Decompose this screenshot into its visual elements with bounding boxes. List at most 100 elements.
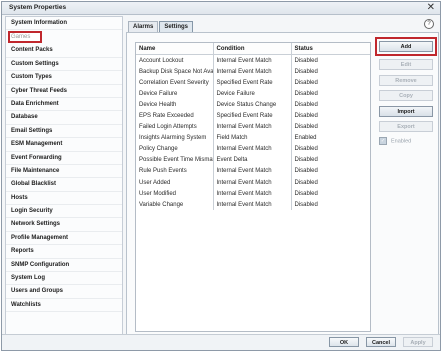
sidebar-item[interactable]: Content Packs bbox=[6, 44, 122, 58]
table-row[interactable]: Correlation Event Severity Specified Even… bbox=[136, 77, 370, 89]
dialog-footer: OK Cancel Apply bbox=[2, 334, 440, 350]
table-row[interactable]: Device Health Device Status Change Disable… bbox=[136, 99, 370, 111]
table-row[interactable]: Failed Login Attempts Internal Event Matc… bbox=[136, 121, 370, 133]
table-row[interactable]: Account Lockout Internal Event Match Disab… bbox=[136, 54, 370, 67]
cell-status: Disabled bbox=[294, 157, 318, 164]
cell-status: Disabled bbox=[294, 179, 318, 186]
cell-condition: Internal Event Match bbox=[213, 121, 292, 133]
sidebar-item[interactable]: Global Blacklist bbox=[6, 178, 122, 192]
enabled-checkbox[interactable]: ✓ bbox=[379, 136, 387, 145]
close-icon[interactable]: ✕ bbox=[427, 2, 435, 13]
export-button[interactable]: Export bbox=[379, 121, 433, 132]
enabled-label: Enabled bbox=[391, 137, 412, 144]
table-row[interactable]: Policy Change Internal Event Match Disable… bbox=[136, 143, 370, 155]
sidebar-item[interactable]: Custom Settings bbox=[6, 58, 122, 72]
cell-condition: Internal Event Match bbox=[213, 165, 292, 178]
enabled-option: ✓ Enabled bbox=[379, 136, 433, 146]
add-button[interactable]: Add bbox=[375, 37, 437, 56]
sidebar-item[interactable]: Profile Management bbox=[6, 232, 122, 246]
cell-name: Device Failure bbox=[136, 88, 214, 100]
cell-condition: Internal Event Match bbox=[213, 188, 292, 200]
cell-name: Correlation Event Severity bbox=[136, 77, 214, 89]
tab-alarms[interactable]: Alarms bbox=[128, 21, 159, 32]
cell-name: Device Health bbox=[136, 99, 214, 111]
cell-status: Disabled bbox=[294, 57, 318, 64]
sidebar-item[interactable]: Database bbox=[6, 111, 122, 125]
cell-condition: Device Failure bbox=[213, 88, 292, 100]
table-row[interactable]: Variable Change Internal Event Match Disab… bbox=[136, 199, 370, 211]
cell-status: Disabled bbox=[294, 190, 318, 197]
import-button[interactable]: Import bbox=[379, 105, 433, 117]
cell-condition: Specified Event Rate bbox=[213, 77, 292, 89]
cell-name: EPS Rate Exceeded bbox=[136, 110, 214, 122]
title-bar: System Properties ✕ bbox=[2, 2, 440, 15]
cell-status: Disabled bbox=[294, 113, 318, 120]
cancel-button[interactable]: Cancel bbox=[366, 337, 396, 347]
sidebar: System Information Games Content Packs Cust… bbox=[5, 16, 123, 348]
sidebar-item[interactable]: Cyber Threat Feeds bbox=[6, 85, 122, 98]
sidebar-item[interactable]: Users and Groups bbox=[6, 285, 122, 299]
table-row[interactable]: User Added Internal Event Match Disabled bbox=[136, 177, 370, 189]
table-row[interactable]: EPS Rate Exceeded Specified Event Rate Dis… bbox=[136, 110, 370, 122]
sidebar-item[interactable]: Games bbox=[8, 31, 42, 44]
cell-condition: Internal Event Match bbox=[213, 143, 292, 155]
sidebar-item[interactable]: ESM Management bbox=[6, 138, 122, 152]
cell-condition: Specified Event Rate bbox=[213, 110, 292, 122]
table-row[interactable]: User Modified Internal Event Match Disable… bbox=[136, 188, 370, 200]
table-row[interactable]: Possible Event Time Mismatc Event Delta Di… bbox=[136, 154, 370, 166]
dialog-title: System Properties bbox=[9, 4, 67, 11]
sidebar-item[interactable]: Event Forwarding bbox=[6, 152, 122, 165]
alarm-settings-table: Name Condition Status Account Lockout Int… bbox=[135, 42, 371, 332]
cell-condition: Internal Event Match bbox=[213, 66, 292, 78]
cell-condition: Internal Event Match bbox=[213, 177, 292, 189]
copy-button[interactable]: Copy bbox=[379, 90, 433, 101]
table-header-row: Name Condition Status bbox=[136, 43, 370, 55]
sidebar-item[interactable]: System Log bbox=[6, 272, 122, 286]
cell-status: Disabled bbox=[294, 201, 318, 208]
sidebar-item[interactable]: Custom Types bbox=[6, 71, 122, 85]
cell-status: Disabled bbox=[294, 146, 318, 153]
sidebar-item[interactable]: SNMP Configuration bbox=[6, 259, 122, 273]
ok-button[interactable]: OK bbox=[329, 337, 359, 347]
apply-button[interactable]: Apply bbox=[403, 337, 433, 347]
cell-name: User Modified bbox=[136, 188, 214, 200]
help-icon[interactable]: ? bbox=[424, 19, 434, 29]
table-row[interactable]: Device Failure Device Failure Disabled bbox=[136, 88, 370, 100]
cell-name: Variable Change bbox=[136, 199, 214, 211]
cell-name: Possible Event Time Mismatc bbox=[136, 154, 214, 166]
table-row[interactable]: Rule Push Events Internal Event Match Disa… bbox=[136, 165, 370, 178]
cell-name: Policy Change bbox=[136, 143, 214, 155]
settings-panel: Name Condition Status Account Lockout Int… bbox=[126, 32, 439, 335]
sidebar-item[interactable]: Network Settings bbox=[6, 218, 122, 232]
tab-settings[interactable]: Settings bbox=[159, 21, 194, 32]
sidebar-item[interactable]: Watchlists bbox=[6, 299, 122, 313]
cell-name: Account Lockout bbox=[136, 54, 214, 67]
sidebar-item[interactable]: Login Security bbox=[6, 205, 122, 219]
cell-condition: Field Match bbox=[213, 132, 292, 144]
sidebar-item[interactable]: System Information bbox=[6, 17, 122, 31]
cell-status: Enabled bbox=[294, 135, 317, 142]
sidebar-item[interactable]: Email Settings bbox=[6, 125, 122, 139]
cell-status: Disabled bbox=[294, 79, 318, 86]
sidebar-item[interactable]: Hosts bbox=[6, 192, 122, 206]
sidebar-item[interactable]: Data Enrichment bbox=[6, 98, 122, 112]
cell-status: Disabled bbox=[294, 168, 318, 175]
cell-status: Disabled bbox=[294, 68, 318, 75]
column-header-name[interactable]: Name bbox=[136, 43, 214, 55]
edit-button[interactable]: Edit bbox=[379, 59, 433, 70]
action-buttons: Add Edit Remove Copy Import Export ✓ Enab… bbox=[375, 37, 437, 146]
sidebar-item[interactable]: File Maintenance bbox=[6, 165, 122, 179]
remove-button[interactable]: Remove bbox=[379, 74, 433, 86]
cell-name: Rule Push Events bbox=[136, 165, 214, 178]
cell-status: Disabled bbox=[294, 124, 318, 131]
cell-condition: Event Delta bbox=[213, 154, 292, 166]
cell-condition: Internal Event Match bbox=[213, 54, 292, 67]
column-header-condition[interactable]: Condition bbox=[213, 43, 292, 55]
table-row[interactable]: Insights Alarming System Field Match Enabl… bbox=[136, 132, 370, 144]
cell-name: Backup Disk Space Not Avail bbox=[136, 66, 214, 78]
sidebar-item[interactable]: Reports bbox=[6, 245, 122, 259]
column-header-status[interactable]: Status bbox=[291, 43, 370, 55]
cell-status: Disabled bbox=[294, 90, 318, 97]
table-row[interactable]: Backup Disk Space Not Avail Internal Even… bbox=[136, 66, 370, 78]
cell-status: Disabled bbox=[294, 101, 318, 108]
